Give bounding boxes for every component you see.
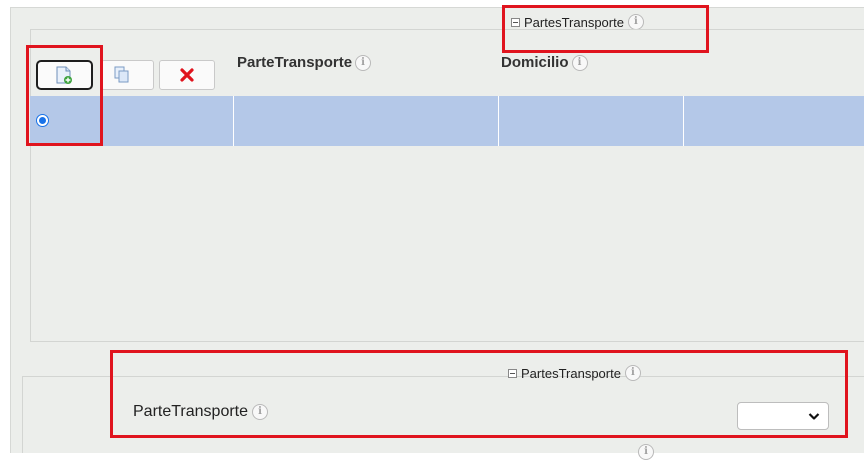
cell-divider — [683, 96, 684, 146]
grid-panel — [30, 29, 864, 342]
column-header-partetransporte[interactable]: ParteTransporte i — [237, 54, 372, 71]
delete-row-button[interactable] — [159, 60, 215, 90]
highlight-box — [502, 5, 709, 53]
table-row[interactable] — [104, 96, 864, 146]
highlight-box — [110, 350, 848, 438]
copy-row-button[interactable] — [101, 60, 154, 90]
info-icon[interactable]: i — [638, 444, 654, 460]
column-header-domicilio[interactable]: Domicilio i — [501, 54, 588, 71]
column-header-label: Domicilio — [501, 54, 569, 71]
highlight-box — [26, 45, 103, 146]
info-icon[interactable]: i — [571, 54, 588, 71]
info-icon[interactable]: i — [355, 54, 372, 71]
delete-x-icon — [180, 68, 194, 82]
page: PartesTransporte i ParteTransporte i Dom… — [0, 0, 864, 460]
cell-divider — [498, 96, 499, 146]
column-header-label: ParteTransporte — [237, 54, 353, 71]
copy-icon — [114, 66, 129, 83]
cell-divider — [233, 96, 234, 146]
